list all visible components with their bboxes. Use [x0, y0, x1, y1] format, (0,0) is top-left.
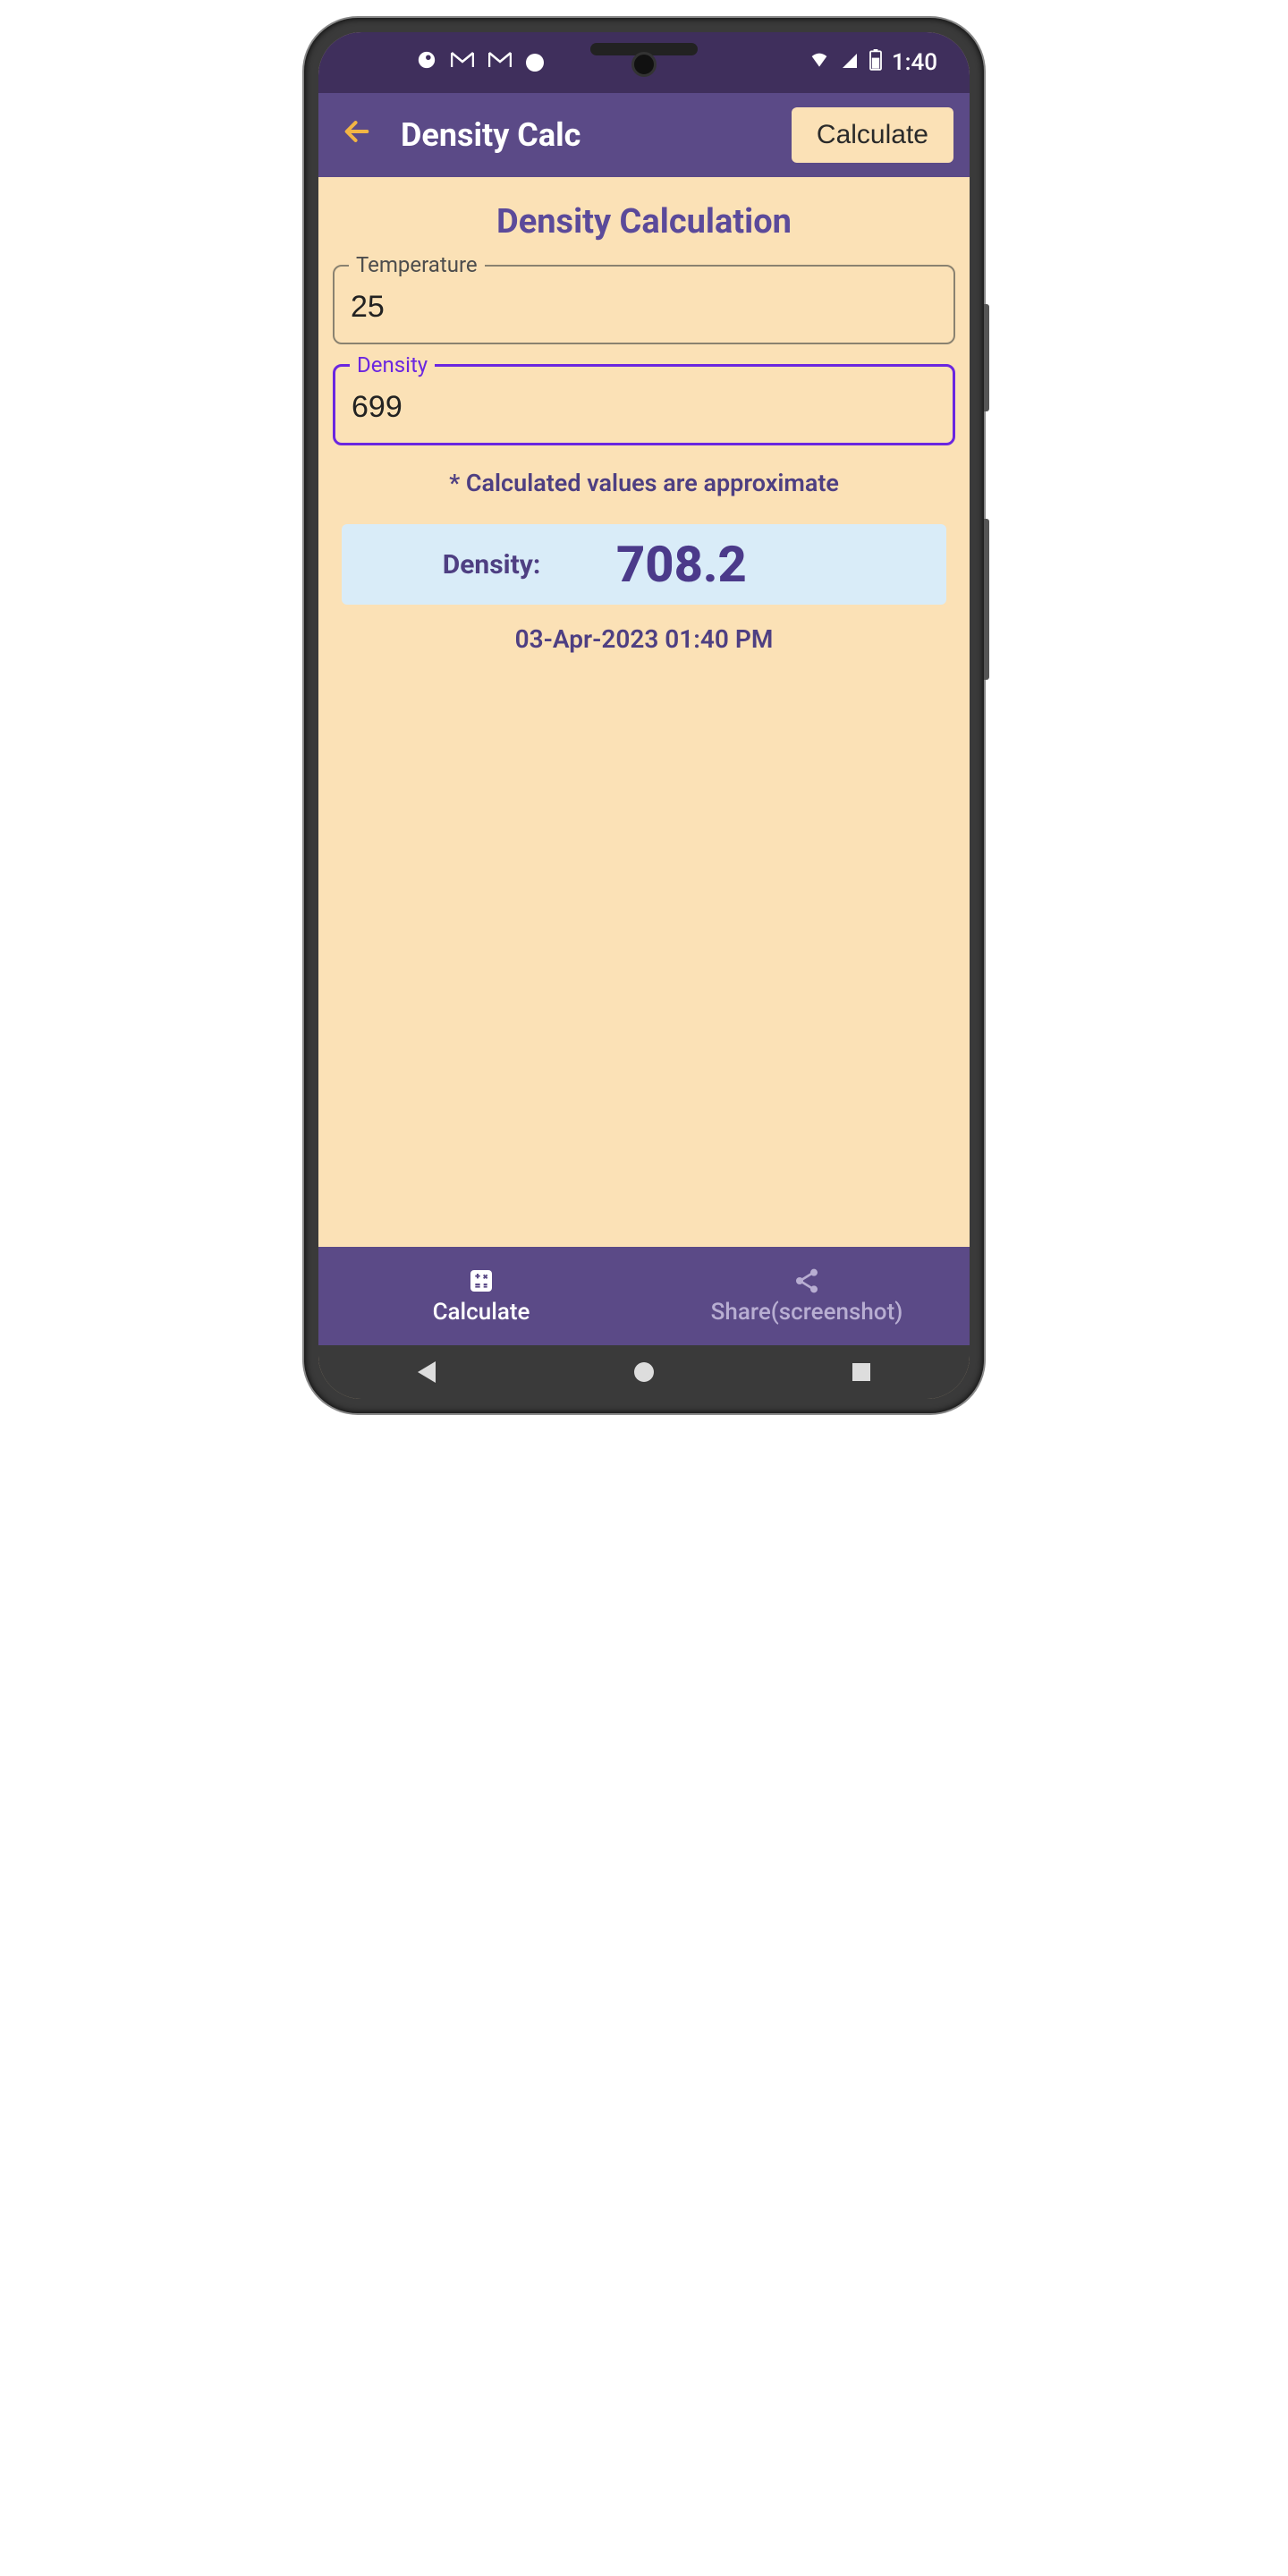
status-left	[417, 49, 544, 76]
battery-icon	[869, 49, 883, 77]
temperature-input[interactable]	[351, 290, 937, 325]
nav-calculate[interactable]: Calculate	[318, 1247, 644, 1345]
wifi-icon	[808, 49, 831, 76]
notification-dot-icon	[526, 54, 544, 72]
timestamp: 03-Apr-2023 01:40 PM	[333, 624, 955, 654]
back-button[interactable]	[335, 113, 379, 158]
approx-note: * Calculated values are approximate	[333, 469, 955, 497]
status-time: 1:40	[892, 49, 937, 76]
main-content: Density Calculation Temperature Density …	[318, 177, 970, 1247]
nav-calculate-label: Calculate	[433, 1299, 530, 1326]
status-right: 1:40	[808, 49, 937, 77]
app-title: Density Calc	[401, 116, 580, 154]
density-field[interactable]: Density	[333, 364, 955, 445]
system-nav	[318, 1345, 970, 1399]
calculator-icon	[467, 1267, 496, 1295]
phone-screen-bezel: 1:40 Density Calc Calculate Density Calc…	[318, 32, 970, 1399]
signal-icon	[840, 49, 860, 76]
camera-notch	[590, 43, 698, 55]
page-heading: Density Calculation	[333, 202, 955, 242]
app-bar: Density Calc Calculate	[318, 93, 970, 177]
density-input[interactable]	[352, 390, 936, 425]
calculate-button[interactable]: Calculate	[792, 107, 953, 163]
screen: 1:40 Density Calc Calculate Density Calc…	[318, 32, 970, 1399]
result-box: Density: 708.2	[342, 524, 946, 605]
gmail-icon-2	[488, 51, 512, 74]
sys-back-button[interactable]	[418, 1361, 436, 1383]
power-button[interactable]	[984, 519, 989, 680]
clock-icon	[417, 49, 436, 76]
sys-recent-button[interactable]	[852, 1363, 870, 1381]
density-label: Density	[350, 352, 435, 377]
temperature-label: Temperature	[349, 252, 485, 277]
volume-button[interactable]	[984, 304, 989, 411]
result-label: Density:	[367, 549, 616, 580]
result-value: 708.2	[616, 535, 921, 594]
sys-home-button[interactable]	[634, 1362, 654, 1382]
share-icon	[792, 1267, 821, 1295]
temperature-field[interactable]: Temperature	[333, 265, 955, 344]
gmail-icon	[451, 51, 474, 74]
nav-share-label: Share(screenshot)	[711, 1299, 903, 1326]
bottom-nav: Calculate Share(screenshot)	[318, 1247, 970, 1345]
nav-share[interactable]: Share(screenshot)	[644, 1247, 970, 1345]
phone-frame: 1:40 Density Calc Calculate Density Calc…	[304, 18, 984, 1413]
